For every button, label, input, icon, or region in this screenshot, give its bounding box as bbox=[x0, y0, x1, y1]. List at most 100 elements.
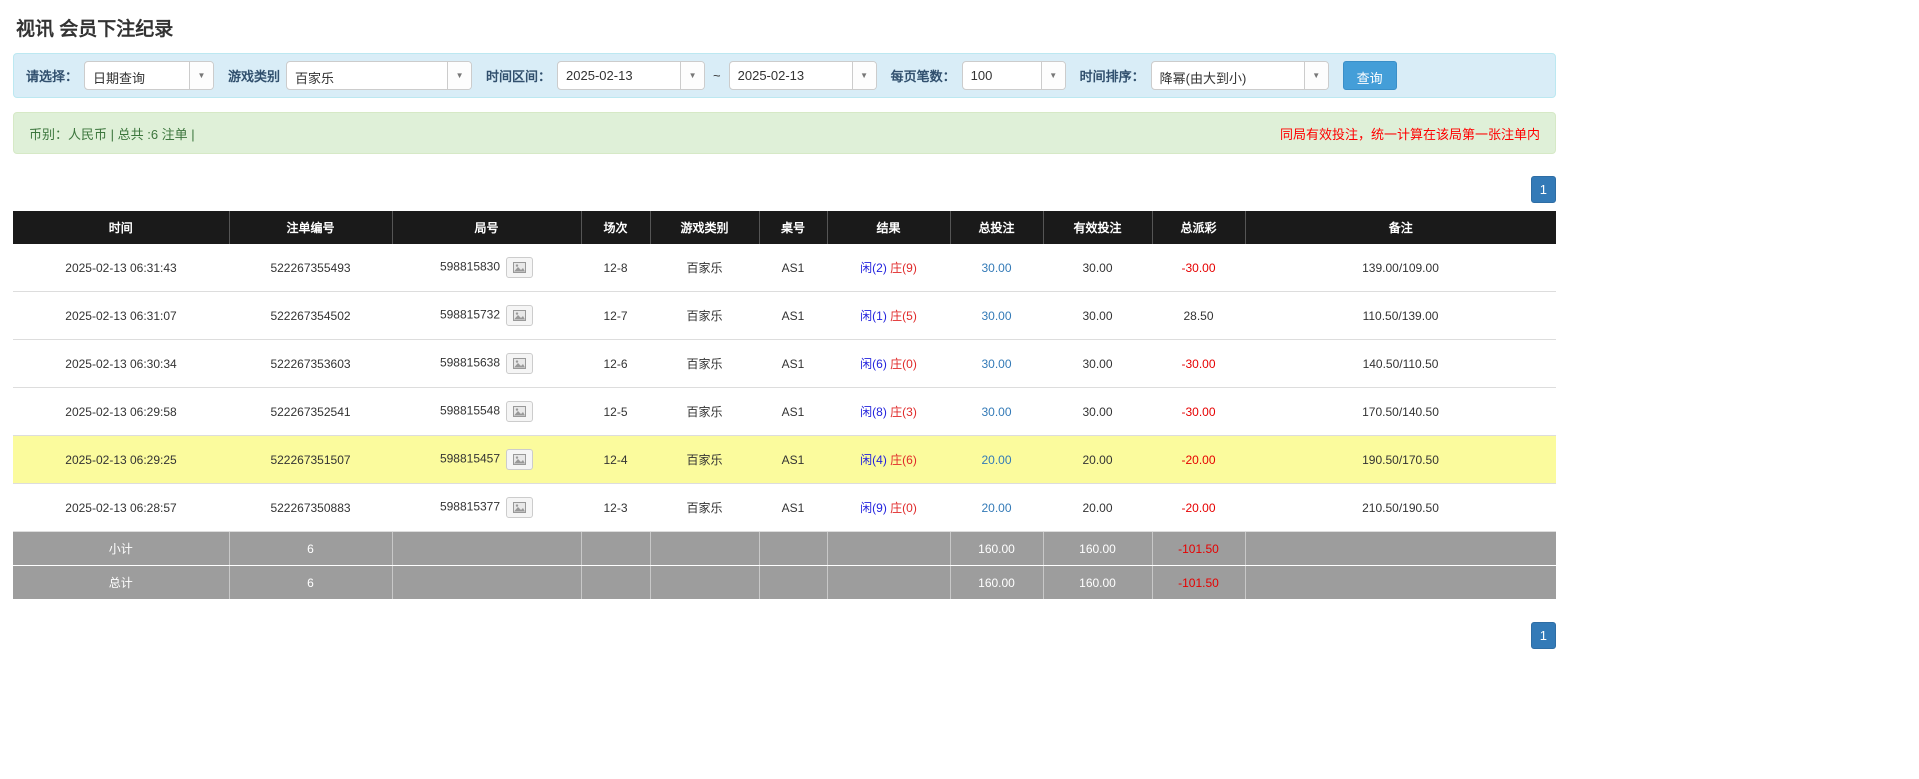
result-player: 闲(4) bbox=[860, 453, 887, 467]
subtotal-count: 6 bbox=[229, 532, 392, 566]
chevron-down-icon[interactable]: ▼ bbox=[852, 62, 876, 89]
result-player: 闲(8) bbox=[860, 405, 887, 419]
result-player: 闲(6) bbox=[860, 357, 887, 371]
total-count: 6 bbox=[229, 566, 392, 600]
chevron-down-icon[interactable]: ▼ bbox=[189, 62, 213, 89]
video-replay-button[interactable] bbox=[506, 257, 533, 278]
cell-result: 闲(2) 庄(9) bbox=[827, 244, 950, 292]
image-icon bbox=[513, 406, 526, 417]
col-header-table-no: 桌号 bbox=[759, 211, 827, 244]
total-total-bet: 160.00 bbox=[950, 566, 1043, 600]
video-replay-button[interactable] bbox=[506, 401, 533, 422]
image-icon bbox=[513, 454, 526, 465]
chevron-down-icon[interactable]: ▼ bbox=[447, 62, 471, 89]
result-banker: 庄(9) bbox=[890, 261, 917, 275]
round-id-text: 598815548 bbox=[440, 404, 500, 418]
cell-session: 12-8 bbox=[581, 244, 650, 292]
video-replay-button[interactable] bbox=[506, 497, 533, 518]
col-header-session: 场次 bbox=[581, 211, 650, 244]
cell-time: 2025-02-13 06:29:25 bbox=[13, 436, 229, 484]
cell-result: 闲(9) 庄(0) bbox=[827, 484, 950, 532]
table-row: 2025-02-13 06:28:57 522267350883 5988153… bbox=[13, 484, 1556, 532]
chevron-down-icon[interactable]: ▼ bbox=[1041, 62, 1065, 89]
page-1-button[interactable]: 1 bbox=[1531, 622, 1556, 649]
cell-game-type: 百家乐 bbox=[650, 340, 759, 388]
table-row: 2025-02-13 06:31:43 522267355493 5988158… bbox=[13, 244, 1556, 292]
cell-total-bet[interactable]: 30.00 bbox=[950, 340, 1043, 388]
summary-info-bar: 币别：人民币 | 总共 :6 注单 | 同局有效投注，统一计算在该局第一张注单内 bbox=[13, 112, 1556, 154]
cell-total-bet[interactable]: 20.00 bbox=[950, 436, 1043, 484]
chevron-down-icon[interactable]: ▼ bbox=[680, 62, 704, 89]
cell-table-no: AS1 bbox=[759, 340, 827, 388]
video-replay-button[interactable] bbox=[506, 305, 533, 326]
cell-game-type: 百家乐 bbox=[650, 244, 759, 292]
cell-total-bet[interactable]: 30.00 bbox=[950, 244, 1043, 292]
total-row: 总计 6 160.00 160.00 -101.50 bbox=[13, 566, 1556, 600]
date-range-tilde: ~ bbox=[713, 68, 721, 83]
cell-total-bet[interactable]: 20.00 bbox=[950, 484, 1043, 532]
search-button[interactable]: 查询 bbox=[1343, 61, 1397, 90]
cell-payout: -30.00 bbox=[1152, 244, 1245, 292]
pagination-top: 1 bbox=[13, 176, 1556, 203]
cell-bet-id: 522267353603 bbox=[229, 340, 392, 388]
result-banker: 庄(5) bbox=[890, 309, 917, 323]
cell-table-no: AS1 bbox=[759, 388, 827, 436]
result-banker: 庄(3) bbox=[890, 405, 917, 419]
cell-total-bet[interactable]: 30.00 bbox=[950, 388, 1043, 436]
game-type-select[interactable]: 百家乐 ▼ bbox=[286, 61, 472, 90]
sort-value: 降幂(由大到小) bbox=[1152, 62, 1304, 89]
result-player: 闲(9) bbox=[860, 501, 887, 515]
col-header-time: 时间 bbox=[13, 211, 229, 244]
cell-valid-bet: 20.00 bbox=[1043, 484, 1152, 532]
col-header-remark: 备注 bbox=[1245, 211, 1556, 244]
select-label: 请选择： bbox=[26, 66, 78, 85]
cell-remark: 139.00/109.00 bbox=[1245, 244, 1556, 292]
col-header-round-id: 局号 bbox=[392, 211, 581, 244]
cell-bet-id: 522267350883 bbox=[229, 484, 392, 532]
table-row: 2025-02-13 06:30:34 522267353603 5988156… bbox=[13, 340, 1556, 388]
date-to-select[interactable]: 2025-02-13 ▼ bbox=[729, 61, 877, 90]
cell-payout: -30.00 bbox=[1152, 388, 1245, 436]
cell-time: 2025-02-13 06:31:43 bbox=[13, 244, 229, 292]
subtotal-payout: -101.50 bbox=[1152, 532, 1245, 566]
cell-round-id: 598815732 bbox=[392, 292, 581, 340]
sort-select[interactable]: 降幂(由大到小) ▼ bbox=[1151, 61, 1329, 90]
chevron-down-icon[interactable]: ▼ bbox=[1304, 62, 1328, 89]
video-replay-button[interactable] bbox=[506, 449, 533, 470]
cell-valid-bet: 30.00 bbox=[1043, 292, 1152, 340]
cell-total-bet[interactable]: 30.00 bbox=[950, 292, 1043, 340]
page-container: 视讯 会员下注纪录 请选择： 日期查询 ▼ 游戏类别 百家乐 ▼ 时间区间： 2… bbox=[0, 0, 1556, 649]
table-header-row: 时间 注单编号 局号 场次 游戏类别 桌号 结果 总投注 有效投注 总派彩 备注 bbox=[13, 211, 1556, 244]
cell-remark: 210.50/190.50 bbox=[1245, 484, 1556, 532]
time-range-label: 时间区间： bbox=[486, 66, 551, 85]
cell-round-id: 598815638 bbox=[392, 340, 581, 388]
page-1-button[interactable]: 1 bbox=[1531, 176, 1556, 203]
query-type-select[interactable]: 日期查询 ▼ bbox=[84, 61, 214, 90]
cell-result: 闲(1) 庄(5) bbox=[827, 292, 950, 340]
total-valid-bet: 160.00 bbox=[1043, 566, 1152, 600]
total-label: 总计 bbox=[13, 566, 229, 600]
cell-session: 12-4 bbox=[581, 436, 650, 484]
table-row: 2025-02-13 06:29:25 522267351507 5988154… bbox=[13, 436, 1556, 484]
video-replay-button[interactable] bbox=[506, 353, 533, 374]
cell-valid-bet: 30.00 bbox=[1043, 340, 1152, 388]
table-row: 2025-02-13 06:31:07 522267354502 5988157… bbox=[13, 292, 1556, 340]
cell-time: 2025-02-13 06:29:58 bbox=[13, 388, 229, 436]
col-header-bet-id: 注单编号 bbox=[229, 211, 392, 244]
page-size-label: 每页笔数： bbox=[891, 66, 956, 85]
game-type-label: 游戏类别 bbox=[228, 66, 280, 85]
cell-remark: 140.50/110.50 bbox=[1245, 340, 1556, 388]
cell-remark: 170.50/140.50 bbox=[1245, 388, 1556, 436]
col-header-result: 结果 bbox=[827, 211, 950, 244]
cell-session: 12-6 bbox=[581, 340, 650, 388]
col-header-game-type: 游戏类别 bbox=[650, 211, 759, 244]
image-icon bbox=[513, 262, 526, 273]
result-banker: 庄(0) bbox=[890, 501, 917, 515]
cell-time: 2025-02-13 06:30:34 bbox=[13, 340, 229, 388]
image-icon bbox=[513, 502, 526, 513]
result-banker: 庄(6) bbox=[890, 453, 917, 467]
page-size-select[interactable]: 100 ▼ bbox=[962, 61, 1066, 90]
bet-records-table: 时间 注单编号 局号 场次 游戏类别 桌号 结果 总投注 有效投注 总派彩 备注… bbox=[13, 211, 1556, 600]
currency-total-text: 币别：人民币 | 总共 :6 注单 | bbox=[29, 124, 195, 143]
date-from-select[interactable]: 2025-02-13 ▼ bbox=[557, 61, 705, 90]
